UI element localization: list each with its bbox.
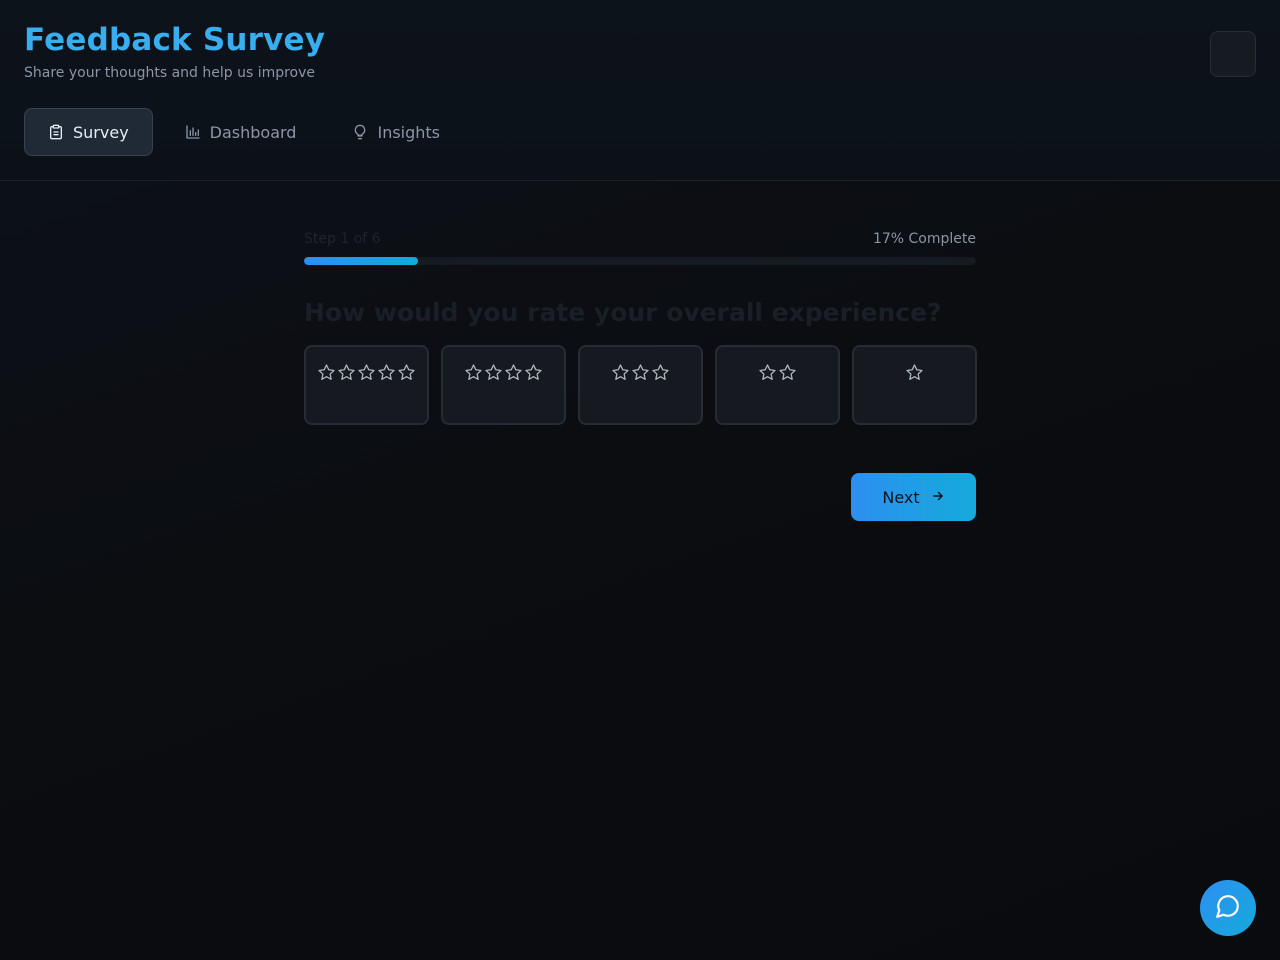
progress-header: Step 1 of 6 17% Complete: [304, 228, 976, 250]
tab-insights[interactable]: Insights: [328, 108, 464, 156]
tab-dashboard-label: Dashboard: [209, 122, 297, 142]
chat-bubble-icon: [1215, 893, 1241, 923]
tab-survey[interactable]: Survey: [24, 108, 153, 156]
chat-button[interactable]: [1200, 880, 1256, 936]
arrow-right-icon: [931, 488, 945, 507]
page-title: Feedback Survey: [24, 22, 326, 58]
clipboard-icon: [48, 124, 64, 140]
progress-percent: 17% Complete: [872, 231, 976, 247]
star-icon: [397, 363, 416, 423]
page-subtitle: Share your thoughts and help us improve: [24, 65, 316, 81]
tab-bar: Survey Dashboard Insights: [24, 108, 464, 156]
rating-option-2[interactable]: [715, 345, 840, 425]
star-icon: [317, 363, 336, 423]
star-icon: [524, 363, 543, 423]
rating-option-3[interactable]: [578, 345, 703, 425]
star-icon: [758, 363, 777, 423]
header-action-button[interactable]: [1210, 31, 1256, 77]
app-header: Feedback Survey Share your thoughts and …: [0, 0, 1280, 181]
rating-option-5[interactable]: [304, 345, 429, 425]
star-icon: [631, 363, 650, 423]
progress-bar: [304, 257, 976, 265]
star-icon: [651, 363, 670, 423]
star-icon: [357, 363, 376, 423]
tab-dashboard[interactable]: Dashboard: [161, 108, 321, 156]
star-icon: [484, 363, 503, 423]
step-counter: Step 1 of 6: [304, 231, 381, 247]
tab-survey-label: Survey: [73, 122, 129, 142]
star-icon: [778, 363, 797, 423]
progress-bar-fill: [304, 257, 419, 265]
star-icon: [464, 363, 483, 423]
question-text: How would you rate your overall experien…: [304, 298, 942, 327]
rating-options: [304, 345, 977, 425]
lightbulb-icon: [352, 124, 368, 140]
rating-option-1[interactable]: [852, 345, 977, 425]
star-icon: [905, 363, 924, 423]
star-icon: [504, 363, 523, 423]
star-icon: [337, 363, 356, 423]
next-button-label: Next: [882, 487, 920, 507]
survey-panel: Step 1 of 6 17% Complete How would you r…: [304, 228, 977, 521]
tab-insights-label: Insights: [377, 122, 441, 142]
next-button[interactable]: Next: [851, 473, 976, 521]
star-icon: [611, 363, 630, 423]
star-icon: [377, 363, 396, 423]
rating-option-4[interactable]: [441, 345, 566, 425]
bar-chart-icon: [185, 124, 201, 140]
